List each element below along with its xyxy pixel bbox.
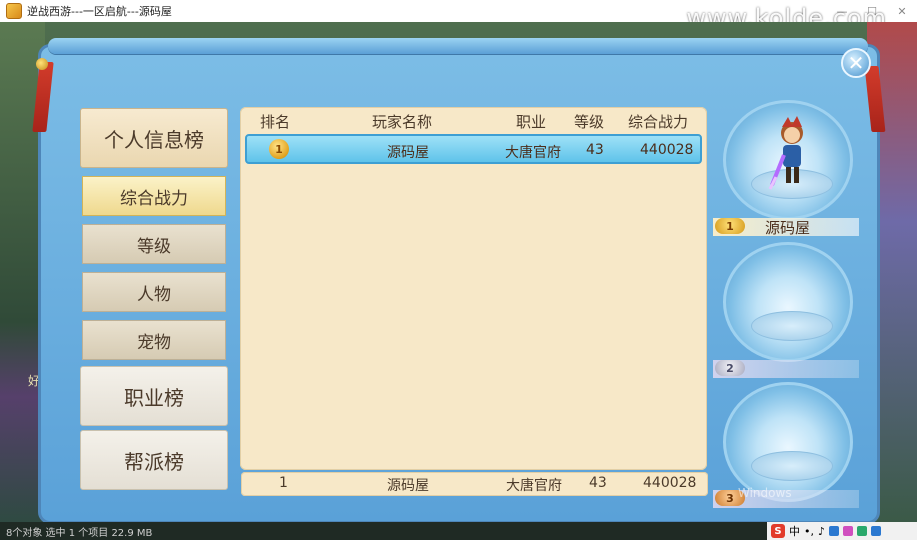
my-career: 大唐官府 <box>506 478 562 494</box>
header-power: 综合战力 <box>628 113 689 131</box>
keyboard-icon[interactable] <box>829 526 840 536</box>
toolbox-icon[interactable] <box>857 526 868 536</box>
category-item-power[interactable]: 综合战力 <box>82 176 226 216</box>
app-icon <box>6 3 22 19</box>
header-player: 玩家名称 <box>372 113 433 131</box>
skin-icon[interactable] <box>843 526 854 536</box>
header-career: 职业 <box>516 113 547 131</box>
my-rank-row: 1 源码屋 大唐官府 43 440028 <box>241 472 708 496</box>
header-level: 等级 <box>574 113 605 131</box>
window-title: 逆战西游---一区启航---源码屋 <box>27 5 172 18</box>
podium-third[interactable] <box>723 382 853 502</box>
category-item-level[interactable]: 等级 <box>82 224 226 264</box>
ime-logo-icon[interactable]: S <box>771 524 785 538</box>
podium-name-1: 源码屋 <box>765 219 811 237</box>
my-power: 440028 <box>643 475 697 491</box>
my-player: 源码屋 <box>387 478 429 494</box>
bell-icon <box>36 58 48 70</box>
table-header: 排名 玩家名称 职业 等级 综合战力 <box>240 107 707 133</box>
podium-second[interactable] <box>723 242 853 362</box>
character-avatar-icon <box>768 116 803 190</box>
category-item-pet[interactable]: 宠物 <box>82 320 226 360</box>
podium-rank-1: 1 源码屋 <box>713 218 859 237</box>
status-text: 8个对象 选中 1 个项目 22.9 MB <box>6 527 153 539</box>
row-level: 43 <box>586 142 604 158</box>
row-power: 440028 <box>640 142 694 158</box>
podium-first[interactable] <box>723 100 853 220</box>
microphone-icon[interactable]: ♪ <box>818 525 825 538</box>
table-row[interactable]: 1 源码屋 大唐官府 43 440028 <box>245 134 702 164</box>
my-rank: 1 <box>279 475 288 491</box>
podium-column: 1 源码屋 2 3 <box>713 100 863 510</box>
grid-icon[interactable] <box>871 526 882 536</box>
close-icon: ✕ <box>847 51 865 75</box>
activation-watermark: Windows <box>738 486 792 500</box>
gold-medal-icon: 1 <box>269 139 289 159</box>
close-button[interactable]: ✕ <box>841 48 871 78</box>
my-level: 43 <box>589 475 607 491</box>
window-close-button[interactable]: ✕ <box>887 0 917 22</box>
silver-rank-badge: 2 <box>715 360 745 376</box>
ime-punct-icon[interactable]: •, <box>804 525 814 538</box>
category-personal[interactable]: 个人信息榜 <box>80 108 228 168</box>
podium-base <box>751 311 833 341</box>
category-item-character[interactable]: 人物 <box>82 272 226 312</box>
row-career: 大唐官府 <box>505 145 561 161</box>
category-column: 个人信息榜 综合战力 等级 人物 宠物 职业榜 帮派榜 <box>80 108 228 498</box>
gold-rank-badge: 1 <box>715 218 745 234</box>
row-player: 源码屋 <box>387 145 429 161</box>
podium-rank-2: 2 <box>713 360 859 378</box>
ime-toolbar: S 中 •, ♪ <box>767 522 917 540</box>
podium-base <box>751 451 833 481</box>
header-rank: 排名 <box>260 113 291 131</box>
ranking-table: 排名 玩家名称 职业 等级 综合战力 1 源码屋 大唐官府 43 440028 <box>240 107 707 470</box>
ime-mode-icon[interactable]: 中 <box>789 523 800 539</box>
panel-top-edge <box>48 38 868 54</box>
category-guild[interactable]: 帮派榜 <box>80 430 228 490</box>
category-career[interactable]: 职业榜 <box>80 366 228 426</box>
